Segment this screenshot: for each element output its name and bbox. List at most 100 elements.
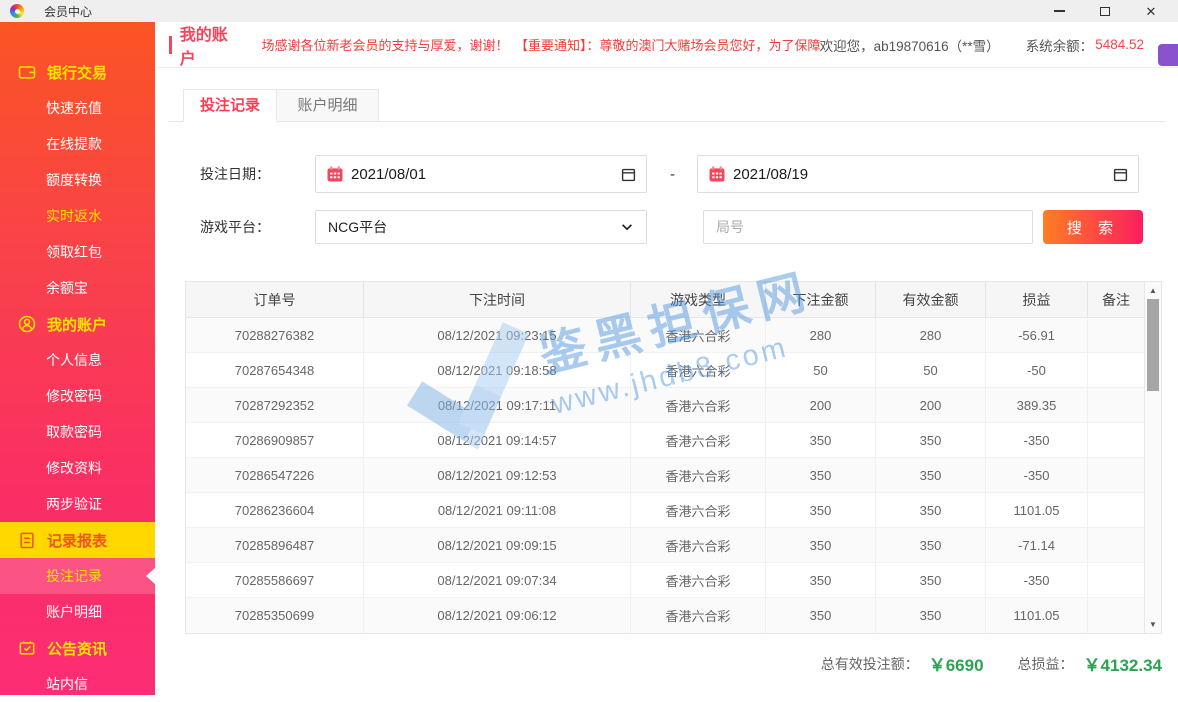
table-row[interactable]: 7028765434808/12/2021 09:18:58香港六合彩5050-… — [186, 353, 1144, 388]
table-row[interactable]: 7028623660408/12/2021 09:11:08香港六合彩35035… — [186, 493, 1144, 528]
maximize-button[interactable] — [1094, 2, 1116, 20]
datepicker-icon[interactable] — [1113, 167, 1128, 182]
table-row[interactable]: 7028690985708/12/2021 09:14:57香港六合彩35035… — [186, 423, 1144, 458]
report-icon — [17, 530, 37, 550]
table-cell: 08/12/2021 09:07:34 — [364, 563, 631, 597]
sidebar-section-header[interactable]: 公告资讯 — [0, 630, 155, 666]
round-number-input[interactable] — [703, 210, 1033, 244]
table-cell: 香港六合彩 — [631, 423, 766, 457]
table-cell: 香港六合彩 — [631, 528, 766, 562]
table-cell: 08/12/2021 09:14:57 — [364, 423, 631, 457]
sidebar-item[interactable]: 额度转换 — [0, 162, 155, 198]
table-cell: -71.14 — [986, 528, 1088, 562]
date-from-input[interactable]: 2021/08/01 — [315, 155, 647, 193]
table-cell: 08/12/2021 09:12:53 — [364, 458, 631, 492]
table-cell: 350 — [766, 493, 876, 527]
table-cell: 350 — [876, 563, 986, 597]
table-header-cell: 有效金额 — [876, 282, 986, 317]
table-row[interactable]: 7028827638208/12/2021 09:23:15香港六合彩28028… — [186, 318, 1144, 353]
table-cell: 350 — [766, 528, 876, 562]
table-cell: -56.91 — [986, 318, 1088, 352]
notice-marquee: 场感谢各位新老会员的支持与厚爱，谢谢！ 【重要通知】：尊敬的澳门大赌场会员您好，… — [262, 35, 820, 54]
sidebar-item-label: 记录报表 — [47, 530, 107, 551]
table-cell: 280 — [766, 318, 876, 352]
sidebar-item-label: 取款密码 — [46, 422, 102, 442]
sidebar-item[interactable]: 取款密码 — [0, 414, 155, 450]
table-cell: 350 — [766, 598, 876, 633]
sidebar-item[interactable]: 修改资料 — [0, 450, 155, 486]
table-row[interactable]: 7028558669708/12/2021 09:07:34香港六合彩35035… — [186, 563, 1144, 598]
sidebar-item-label: 银行交易 — [47, 62, 107, 83]
sidebar-item[interactable]: 在线提款 — [0, 126, 155, 162]
tab-active[interactable]: 投注记录 — [183, 89, 277, 122]
scroll-up-arrow[interactable]: ▲ — [1145, 283, 1161, 298]
bet-records-table: 订单号下注时间游戏类型下注金额有效金额损益备注 7028827638208/12… — [185, 281, 1162, 634]
announcement-icon — [17, 638, 37, 658]
table-cell: 350 — [876, 598, 986, 633]
table-cell — [1088, 458, 1144, 492]
table-cell: 香港六合彩 — [631, 353, 766, 387]
sidebar-section-header[interactable]: 我的账户 — [0, 306, 155, 342]
total-valid-label: 总有效投注额： — [821, 654, 919, 674]
close-button[interactable]: ✕ — [1140, 2, 1162, 20]
sidebar-item-label: 余额宝 — [46, 278, 88, 298]
sidebar-item[interactable]: 个人信息 — [0, 342, 155, 378]
table-row[interactable]: 7028654722608/12/2021 09:12:53香港六合彩35035… — [186, 458, 1144, 493]
sidebar-item-label: 实时返水 — [46, 206, 102, 226]
tab-inactive[interactable]: 账户明细 — [277, 89, 379, 122]
filters-panel: 投注日期： 2021/08/01 - — [155, 155, 1178, 244]
floating-widget[interactable] — [1158, 44, 1178, 66]
sidebar-item[interactable]: 投注记录 — [0, 558, 155, 594]
main-area: 我的账户 场感谢各位新老会员的支持与厚爱，谢谢！ 【重要通知】：尊敬的澳门大赌场… — [155, 22, 1178, 695]
sidebar-item[interactable]: 领取红包 — [0, 234, 155, 270]
sidebar-item[interactable]: 修改密码 — [0, 378, 155, 414]
table-row[interactable]: 7028729235208/12/2021 09:17:11香港六合彩20020… — [186, 388, 1144, 423]
table-cell: 08/12/2021 09:17:11 — [364, 388, 631, 422]
sidebar-section-header[interactable]: 银行交易 — [0, 54, 155, 90]
total-profit-label: 总损益： — [1018, 654, 1074, 674]
table-row[interactable]: 7028535069908/12/2021 09:06:12香港六合彩35035… — [186, 598, 1144, 633]
sidebar-item[interactable]: 两步验证 — [0, 486, 155, 522]
sidebar-section-header[interactable]: 记录报表 — [0, 522, 155, 558]
sidebar-item[interactable]: 余额宝 — [0, 270, 155, 306]
table-cell: 70285896487 — [186, 528, 364, 562]
table-cell: 70286547226 — [186, 458, 364, 492]
datepicker-icon[interactable] — [621, 167, 636, 182]
table-cell: 50 — [876, 353, 986, 387]
sidebar-item-label: 我的账户 — [47, 314, 107, 335]
active-item-arrow — [146, 568, 155, 584]
title-accent-bar — [169, 36, 172, 54]
calendar-red-icon — [708, 165, 726, 183]
scroll-down-arrow[interactable]: ▼ — [1145, 617, 1161, 632]
scrollbar-thumb[interactable] — [1147, 299, 1159, 391]
sidebar-item-label: 两步验证 — [46, 494, 102, 514]
table-cell — [1088, 528, 1144, 562]
table-header-cell: 下注时间 — [364, 282, 631, 317]
sidebar-item[interactable]: 实时返水 — [0, 198, 155, 234]
date-to-input[interactable]: 2021/08/19 — [697, 155, 1139, 193]
window-titlebar: 会员中心 ✕ — [0, 0, 1178, 22]
table-scrollbar[interactable]: ▲ ▼ — [1144, 282, 1161, 633]
sidebar-item-label: 投注记录 — [46, 566, 102, 586]
minimize-icon — [1054, 10, 1065, 12]
table-cell: -50 — [986, 353, 1088, 387]
table-cell: 350 — [876, 423, 986, 457]
table-cell — [1088, 353, 1144, 387]
sidebar-menu: 银行交易快速充值在线提款额度转换实时返水领取红包余额宝我的账户个人信息修改密码取… — [0, 22, 155, 702]
sidebar-item-label: 修改密码 — [46, 386, 102, 406]
minimize-button[interactable] — [1048, 2, 1070, 20]
sidebar-item[interactable]: 快速充值 — [0, 90, 155, 126]
platform-select[interactable]: NCG平台 — [315, 210, 647, 244]
sidebar-item[interactable]: 站内信 — [0, 666, 155, 702]
chevron-down-icon — [620, 220, 634, 234]
table-row[interactable]: 7028589648708/12/2021 09:09:15香港六合彩35035… — [186, 528, 1144, 563]
sidebar-item[interactable]: 账户明细 — [0, 594, 155, 630]
totals-bar: 总有效投注额： ￥6690 总损益： ￥4132.34 — [155, 651, 1178, 676]
window-title: 会员中心 — [44, 3, 92, 20]
table-cell: 50 — [766, 353, 876, 387]
table-cell — [1088, 318, 1144, 352]
maximize-icon — [1100, 7, 1110, 16]
sidebar: 银行交易快速充值在线提款额度转换实时返水领取红包余额宝我的账户个人信息修改密码取… — [0, 22, 155, 695]
search-button[interactable]: 搜 索 — [1043, 210, 1143, 244]
total-valid-value: ￥6690 — [929, 651, 984, 676]
